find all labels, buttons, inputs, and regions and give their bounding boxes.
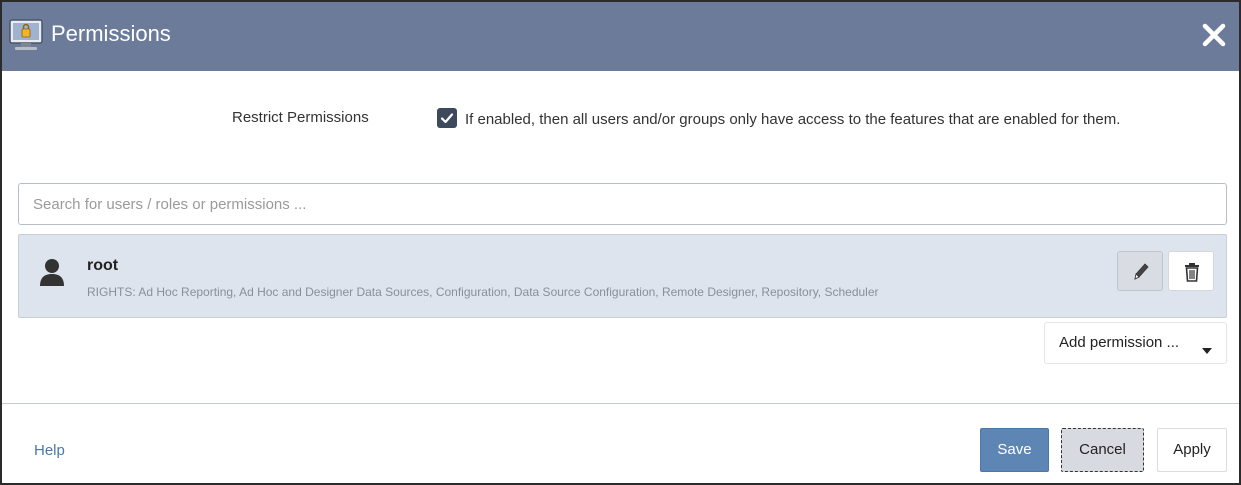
add-permission-label: Add permission ... xyxy=(1059,334,1180,351)
footer-divider xyxy=(2,403,1239,404)
checkmark-icon xyxy=(440,113,454,124)
close-icon[interactable] xyxy=(1201,22,1227,48)
add-permission-button[interactable]: Add permission ... xyxy=(1044,322,1227,364)
restrict-permissions-checkbox[interactable] xyxy=(437,108,457,128)
search-input[interactable] xyxy=(18,183,1227,225)
caret-down-icon xyxy=(1202,341,1212,358)
dialog-titlebar: Permissions xyxy=(2,2,1239,71)
apply-button[interactable]: Apply xyxy=(1157,428,1227,472)
permission-row-root[interactable]: root RIGHTS: Ad Hoc Reporting, Ad Hoc an… xyxy=(18,234,1227,318)
delete-permission-button[interactable] xyxy=(1168,251,1214,291)
user-icon xyxy=(39,257,65,287)
save-button[interactable]: Save xyxy=(980,428,1049,472)
edit-permission-button[interactable] xyxy=(1117,251,1163,291)
help-link[interactable]: Help xyxy=(34,442,65,459)
restrict-permissions-description: If enabled, then all users and/or groups… xyxy=(465,111,1121,128)
permissions-dialog: Permissions Restrict Permissions If enab… xyxy=(0,0,1241,485)
cancel-button[interactable]: Cancel xyxy=(1061,428,1144,472)
pencil-icon xyxy=(1134,263,1149,280)
trash-icon xyxy=(1185,263,1199,282)
dialog-title: Permissions xyxy=(51,21,171,46)
permission-user-rights: RIGHTS: Ad Hoc Reporting, Ad Hoc and Des… xyxy=(87,285,879,299)
permissions-monitor-icon xyxy=(9,18,43,52)
permission-user-name: root xyxy=(87,257,119,274)
restrict-permissions-label: Restrict Permissions xyxy=(232,109,369,126)
